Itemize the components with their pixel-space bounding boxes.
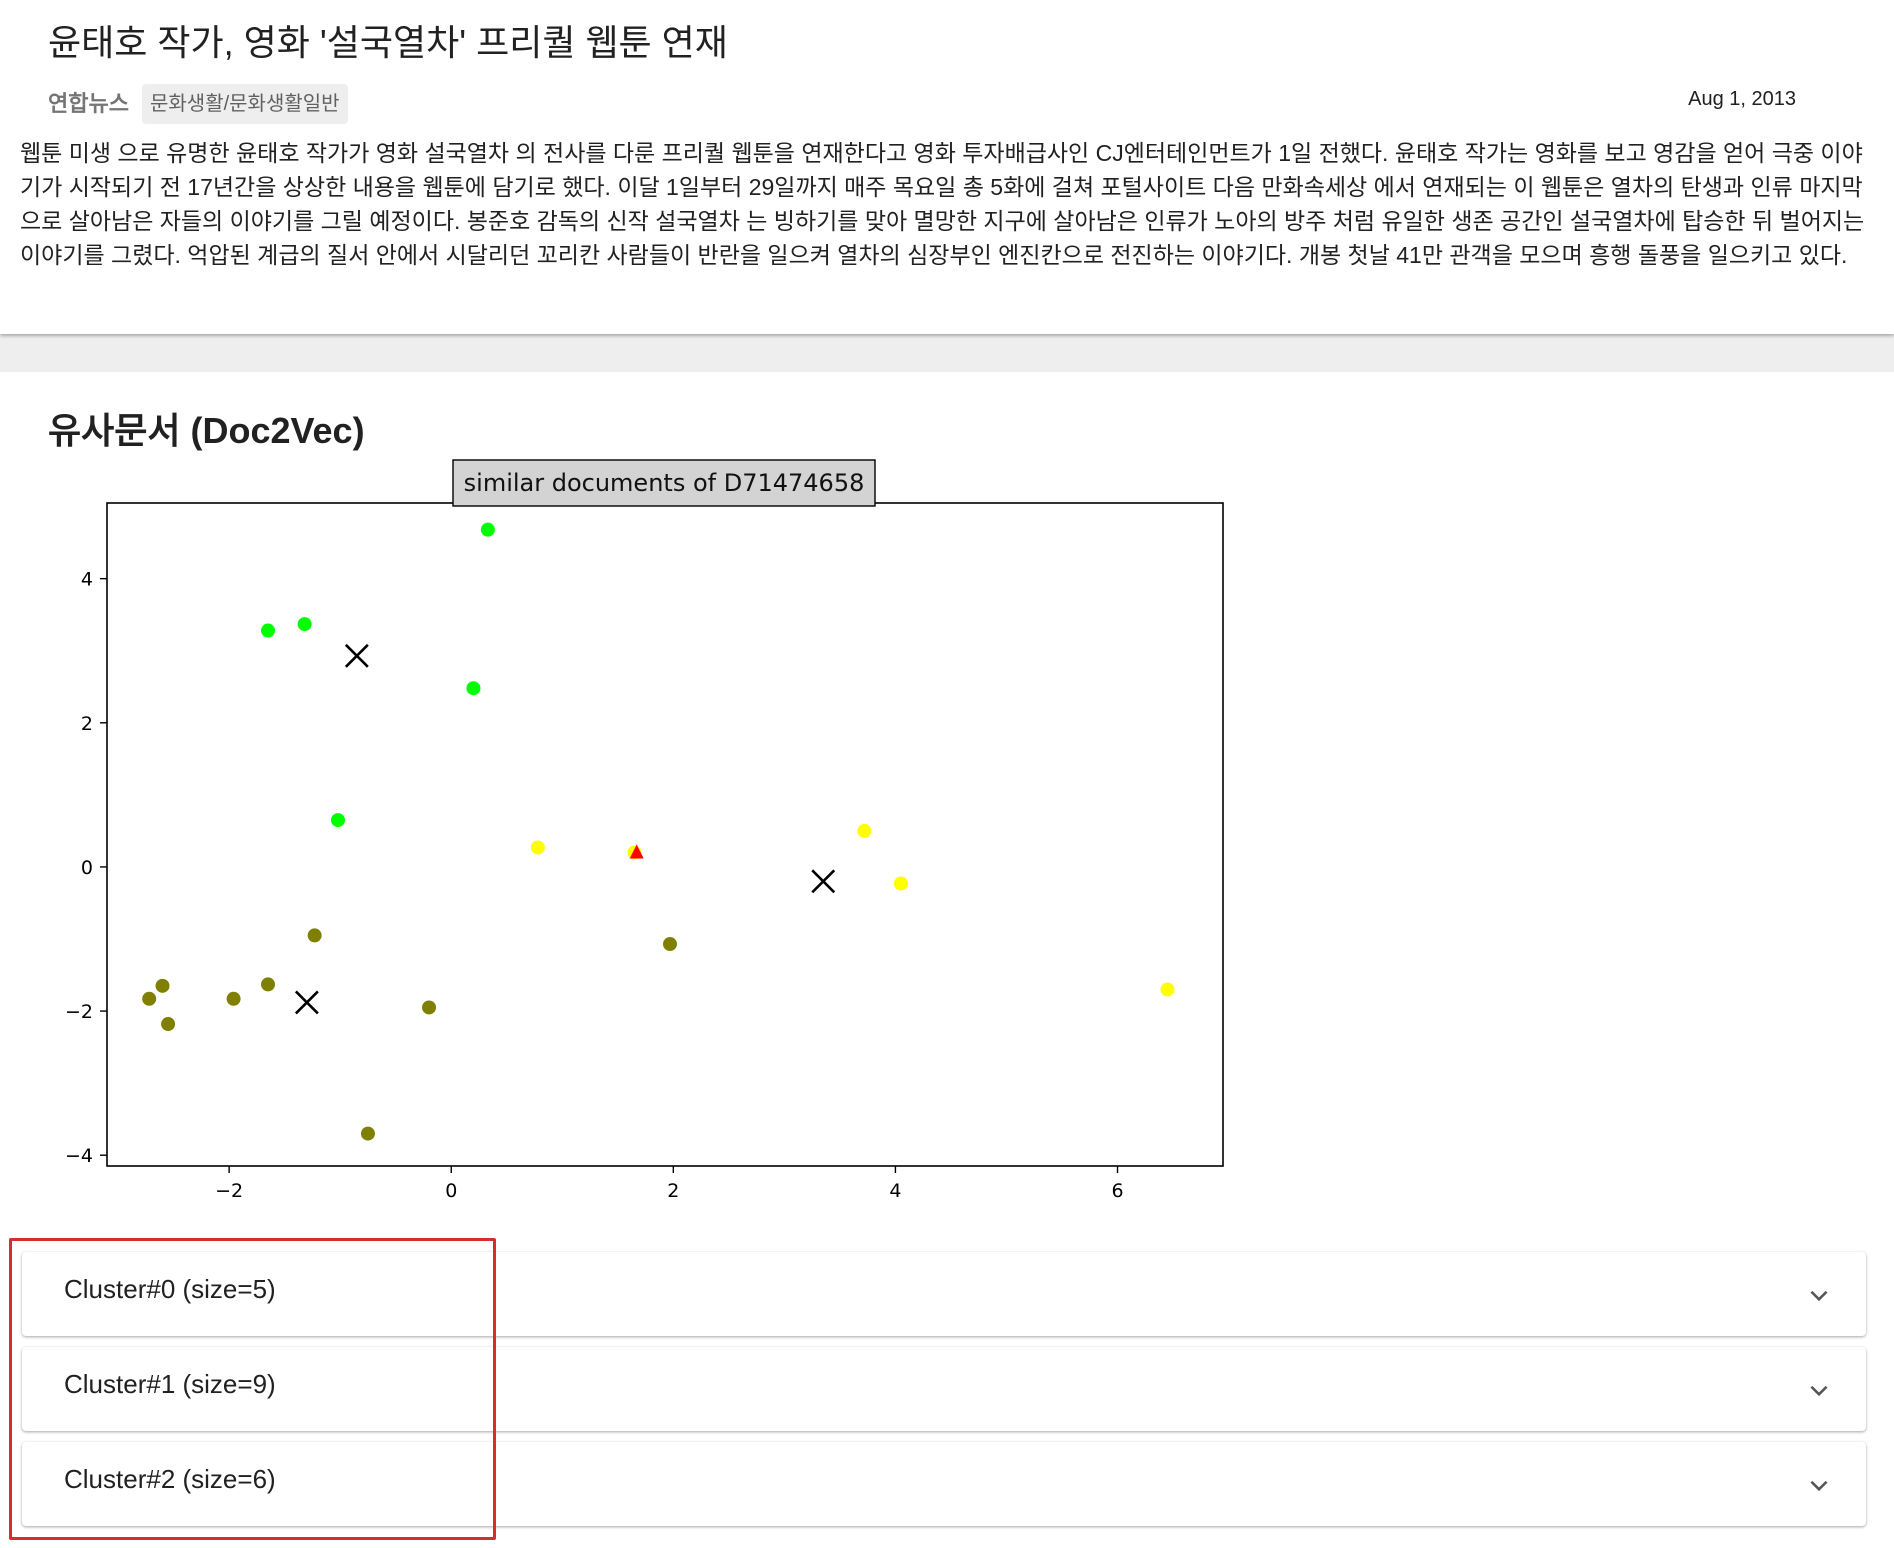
scatter-chart-svg: −2 0 2 4 6 −4 −2 0 2 4 similar documents of D71474…	[65, 459, 1224, 1202]
section-title: 유사문서 (Doc2Vec)	[48, 410, 365, 451]
x-tick-label: 2	[667, 1180, 679, 1202]
cluster-1-point	[307, 928, 322, 943]
cluster-1-point	[422, 1000, 437, 1015]
x-tick-label: 0	[445, 1180, 457, 1202]
plot-frame	[106, 502, 1224, 1167]
cluster-1-point	[360, 1126, 375, 1141]
cluster-0-point	[261, 623, 276, 638]
cluster-0-point	[480, 522, 495, 537]
y-tick-label: −4	[65, 1145, 93, 1167]
article-date: Aug 1, 2013	[1688, 88, 1796, 110]
cluster-1-point	[142, 991, 157, 1006]
cluster-1-accordion[interactable]: Cluster#1 (size=9)	[22, 1347, 1866, 1431]
x-tick-label: 6	[1111, 1180, 1123, 1202]
chart-title: similar documents of D71474658	[464, 469, 865, 497]
scatter-chart: −2 0 2 4 6 −4 −2 0 2 4 similar documents of D71474…	[50, 456, 1230, 1221]
x-tick-label: 4	[889, 1180, 901, 1202]
article-title: 윤태호 작가, 영화 '설국열차' 프리퀄 웹툰 연재	[48, 22, 728, 63]
cluster-2-label: Cluster#2 (size=6)	[64, 1464, 276, 1494]
article-body: 웹툰 미생 으로 유명한 윤태호 작가가 영화 설국열차 의 전사를 다룬 프리…	[20, 140, 1865, 268]
cluster-1-point	[662, 937, 677, 952]
chevron-down-icon[interactable]	[1806, 1472, 1832, 1498]
cluster-1-point	[226, 991, 241, 1006]
cluster-0-point	[330, 813, 345, 828]
cluster-1-point	[155, 978, 170, 993]
y-tick-label: 2	[81, 713, 93, 735]
x-tick-label: −2	[215, 1180, 243, 1202]
cluster-0-label: Cluster#0 (size=5)	[64, 1274, 276, 1304]
y-tick-label: −2	[65, 1001, 93, 1023]
cluster-2-point	[530, 840, 545, 855]
cluster-2-point	[1160, 982, 1175, 997]
cluster-2-point	[893, 876, 908, 891]
press-name: 연합뉴스	[48, 91, 129, 116]
cluster-2-accordion[interactable]: Cluster#2 (size=6)	[22, 1442, 1866, 1526]
cluster-1-label: Cluster#1 (size=9)	[64, 1369, 276, 1399]
section-divider	[0, 334, 1894, 372]
chevron-down-icon[interactable]	[1806, 1282, 1832, 1308]
cluster-0-accordion[interactable]: Cluster#0 (size=5)	[22, 1252, 1866, 1336]
cluster-0-point	[466, 681, 481, 696]
y-tick-label: 4	[81, 569, 93, 591]
cluster-2-point	[857, 823, 872, 838]
chevron-down-icon[interactable]	[1806, 1377, 1832, 1403]
category-chip[interactable]: 문화생활/문화생활일반	[142, 84, 348, 124]
cluster-1-point	[261, 977, 276, 992]
y-tick-label: 0	[81, 857, 93, 879]
cluster-1-point	[161, 1017, 176, 1032]
cluster-0-point	[297, 617, 312, 632]
article-card: 윤태호 작가, 영화 '설국열차' 프리퀄 웹툰 연재 연합뉴스 문화생활/문화…	[0, 0, 1894, 334]
